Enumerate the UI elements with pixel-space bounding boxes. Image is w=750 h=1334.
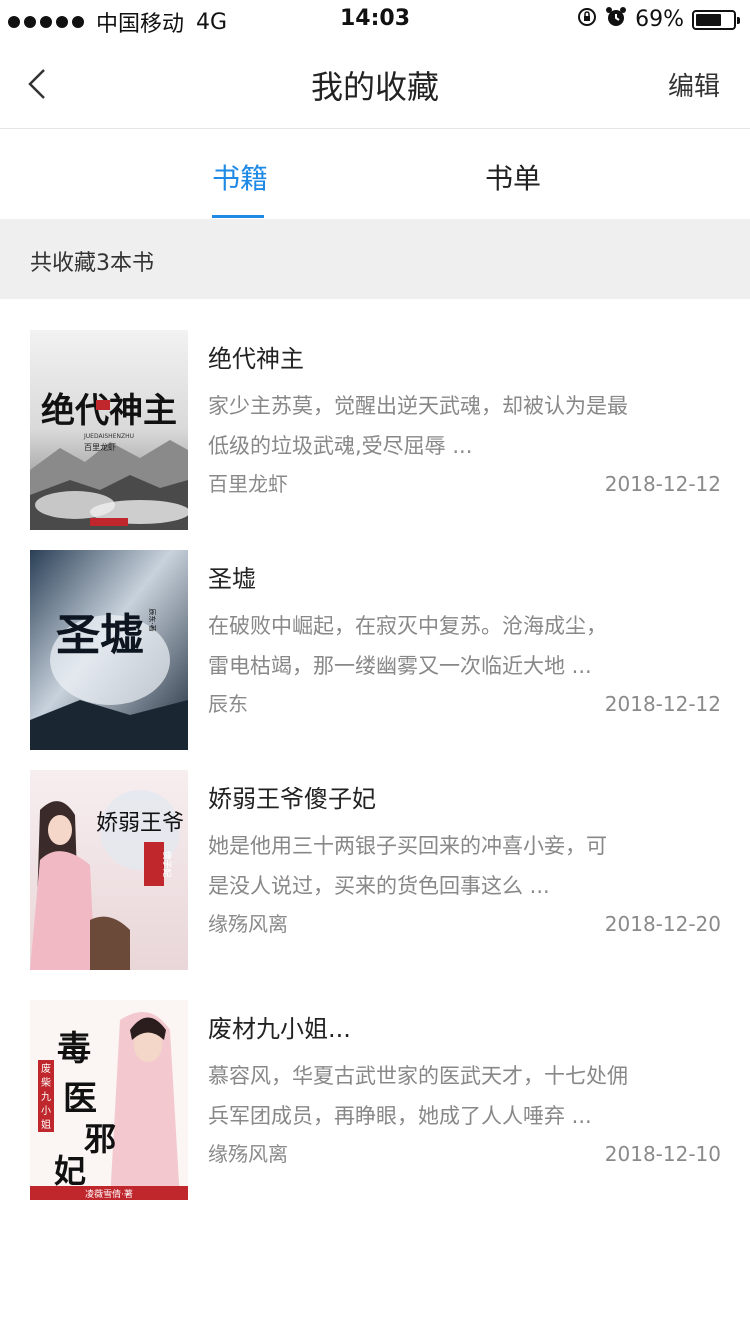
alarm-icon: [605, 6, 627, 33]
svg-text:毒: 毒: [57, 1029, 91, 1069]
edit-button[interactable]: 编辑: [668, 66, 720, 103]
svg-text:傻子妃: 傻子妃: [161, 850, 173, 877]
tab-books[interactable]: 书籍: [212, 157, 268, 197]
svg-text:柴: 柴: [41, 1076, 51, 1089]
book-description-line: 在破败中崛起，在寂灭中复苏。沧海成尘，: [208, 614, 607, 638]
list-item[interactable]: 毒 医 邪 妃 废 柴 九 小 姐 凌薇雪倩·著 废材九小姐... 慕容风，华夏…: [0, 1000, 750, 1200]
battery-fill: [696, 13, 721, 26]
book-date: 2018-12-10: [604, 1142, 721, 1166]
svg-text:九: 九: [41, 1091, 51, 1103]
book-description-line: 家少主苏莫，觉醒出逆天武魂，却被认为是最: [208, 394, 628, 418]
svg-text:邪: 邪: [84, 1120, 116, 1158]
svg-text:辰东·著: 辰东·著: [148, 608, 157, 631]
book-date: 2018-12-12: [604, 472, 721, 496]
list-item[interactable]: 绝代神主 JUEDAISHENZHU 百里龙虾 绝代神主 家少主苏莫，觉醒出逆天…: [0, 330, 750, 530]
book-info: 娇弱王爷傻子妃 她是他用三十两银子买回来的冲喜小妾，可 是没人说过，买来的货色回…: [208, 782, 723, 940]
svg-text:绝代神主: 绝代神主: [41, 391, 177, 431]
book-author: 缘殇风离: [208, 1142, 288, 1166]
status-right: 69%: [577, 6, 740, 33]
svg-text:姐: 姐: [41, 1118, 51, 1131]
book-cover[interactable]: 毒 医 邪 妃 废 柴 九 小 姐 凌薇雪倩·著: [30, 1000, 188, 1200]
battery-percent: 69%: [635, 7, 684, 32]
svg-text:妃: 妃: [54, 1152, 86, 1190]
svg-text:废: 废: [41, 1062, 51, 1075]
svg-text:百里龙虾: 百里龙虾: [84, 442, 116, 452]
battery-icon: [692, 9, 740, 30]
book-meta: 缘殇风离 2018-12-10: [208, 1138, 723, 1170]
tab-bar: 书籍 书单: [0, 129, 750, 218]
book-description-line: 雷电枯竭，那一缕幽雾又一次临近大地 ...: [208, 654, 592, 678]
list-item[interactable]: 娇弱王爷 傻子妃 娇弱王爷傻子妃 她是他用三十两银子买回来的冲喜小妾，可 是没人…: [0, 770, 750, 970]
svg-text:小: 小: [41, 1105, 51, 1117]
book-title: 娇弱王爷傻子妃: [208, 785, 376, 813]
rotation-lock-icon: [577, 7, 597, 32]
book-title: 圣墟: [208, 565, 256, 593]
svg-text:圣墟: 圣墟: [56, 610, 144, 661]
book-author: 辰东: [208, 692, 248, 716]
page-title: 我的收藏: [310, 68, 439, 106]
tab-booklists[interactable]: 书单: [485, 157, 541, 197]
svg-text:凌薇雪倩·著: 凌薇雪倩·著: [85, 1188, 133, 1200]
book-description-line: 她是他用三十两银子买回来的冲喜小妾，可: [208, 834, 607, 858]
book-info: 圣墟 在破败中崛起，在寂灭中复苏。沧海成尘， 雷电枯竭，那一缕幽雾又一次临近大地…: [208, 562, 723, 720]
book-cover[interactable]: 圣墟 辰东·著: [30, 550, 188, 750]
book-description-line: 低级的垃圾武魂,受尽屈辱 ...: [208, 434, 473, 458]
svg-text:JUEDAISHENZHU: JUEDAISHENZHU: [83, 433, 134, 440]
book-info: 废材九小姐... 慕容风，华夏古武世家的医武天才，十七处佣 兵军团成员，再睁眼，…: [208, 1012, 723, 1170]
book-title: 废材九小姐...: [208, 1015, 351, 1043]
book-description-line: 是没人说过，买来的货色回事这么 ...: [208, 874, 550, 898]
book-author: 百里龙虾: [208, 472, 288, 496]
svg-text:医: 医: [63, 1079, 97, 1119]
book-date: 2018-12-20: [604, 912, 721, 936]
tab-active-indicator: [212, 215, 264, 218]
status-bar: 中国移动 4G 14:03 69%: [0, 0, 750, 40]
book-title: 绝代神主: [208, 345, 304, 373]
book-meta: 百里龙虾 2018-12-12: [208, 468, 723, 500]
book-info: 绝代神主 家少主苏莫，觉醒出逆天武魂，却被认为是最 低级的垃圾武魂,受尽屈辱 .…: [208, 342, 723, 500]
list-item[interactable]: 圣墟 辰东·著 圣墟 在破败中崛起，在寂灭中复苏。沧海成尘， 雷电枯竭，那一缕幽…: [0, 550, 750, 750]
book-description-line: 兵军团成员，再睁眼，她成了人人唾弃 ...: [208, 1104, 592, 1128]
book-date: 2018-12-12: [604, 692, 721, 716]
book-author: 缘殇风离: [208, 912, 288, 936]
book-cover[interactable]: 娇弱王爷 傻子妃: [30, 770, 188, 970]
book-cover[interactable]: 绝代神主 JUEDAISHENZHU 百里龙虾: [30, 330, 188, 530]
collection-count: 共收藏3本书: [30, 251, 154, 276]
book-meta: 缘殇风离 2018-12-20: [208, 908, 723, 940]
collection-summary: 共收藏3本书: [0, 219, 750, 299]
svg-text:娇弱王爷: 娇弱王爷: [96, 811, 184, 836]
book-description-line: 慕容风，华夏古武世家的医武天才，十七处佣: [208, 1064, 628, 1088]
book-meta: 辰东 2018-12-12: [208, 688, 723, 720]
navigation-bar: 我的收藏 编辑: [0, 40, 750, 129]
